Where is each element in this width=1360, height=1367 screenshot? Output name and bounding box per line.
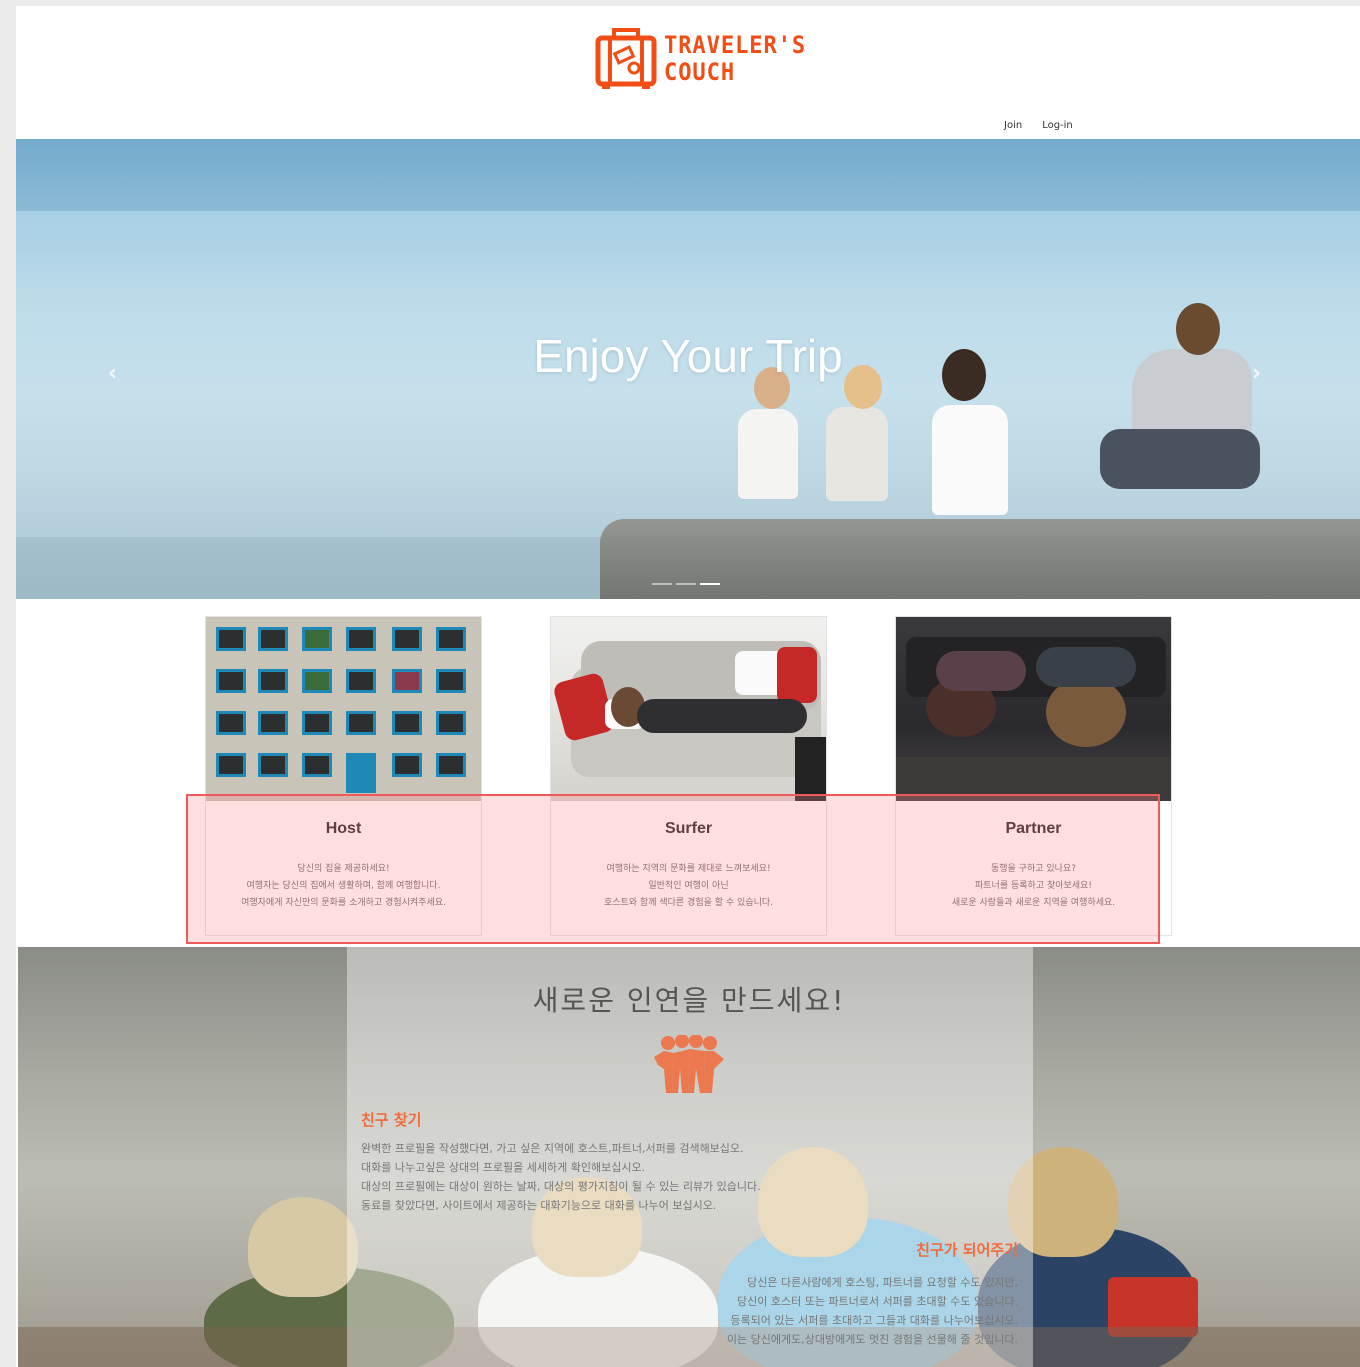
connect-section: 새로운 인연을 만드세요! 친구 찾기 완벽한 프로필을 작성했다면, 가고 싶… bbox=[18, 947, 1360, 1367]
brand-name: TRAVELER'S COUCH bbox=[664, 32, 806, 86]
card-title: Surfer bbox=[664, 820, 713, 837]
card-description: 동행을 구하고 있나요? 파트너를 등록하고 찾아보세요! 새로운 사람들과 새… bbox=[951, 864, 1116, 908]
carousel-indicator-1[interactable] bbox=[652, 583, 672, 585]
partner-card-body: Partner 동행을 구하고 있나요? 파트너를 등록하고 찾아보세요! 새로… bbox=[896, 801, 1171, 935]
find-friends-title: 친구 찾기 bbox=[361, 1111, 422, 1129]
people-group-icon bbox=[654, 1035, 724, 1093]
hero-carousel: Enjoy Your Trip ‹ › bbox=[16, 139, 1360, 599]
chevron-right-icon: › bbox=[1252, 361, 1262, 386]
page: TRAVELER'S COUCH Join Log-in Enjoy Your … bbox=[16, 6, 1360, 1367]
hero-rocks bbox=[600, 519, 1360, 599]
carousel-indicator-3[interactable] bbox=[700, 583, 720, 585]
be-friend-text: 당신은 다른사람에게 호스팅, 파트너를 요청할 수도 있지만, 당신이 호스터… bbox=[726, 1276, 1018, 1346]
card-title: Partner bbox=[1005, 820, 1062, 837]
find-friends-text: 완벽한 프로필을 작성했다면, 가고 싶은 지역에 호스트,파트너,서퍼를 검색… bbox=[361, 1142, 761, 1212]
host-image bbox=[206, 617, 481, 801]
be-friend-title: 친구가 되어주기 bbox=[916, 1241, 1018, 1259]
carousel-indicator-2[interactable] bbox=[676, 583, 696, 585]
card-description: 여행하는 지역의 문화를 제대로 느껴보세요! 일반적인 여행이 아닌 호스트와… bbox=[603, 864, 774, 908]
carousel-indicators bbox=[652, 583, 720, 585]
suitcase-icon bbox=[595, 28, 657, 89]
brand-line2: COUCH bbox=[664, 58, 736, 86]
card-host[interactable]: Host 당신의 집을 제공하세요! 여행자는 당신의 집에서 생활하며, 함께… bbox=[205, 616, 482, 936]
hero-title: Enjoy Your Trip bbox=[533, 330, 843, 382]
connect-heading: 새로운 인연을 만드세요! bbox=[532, 984, 846, 1017]
carousel-next-button[interactable]: › bbox=[1252, 361, 1261, 386]
surfer-image bbox=[551, 617, 826, 801]
card-title: Host bbox=[325, 820, 362, 837]
card-surfer[interactable]: Surfer 여행하는 지역의 문화를 제대로 느껴보세요! 일반적인 여행이 … bbox=[550, 616, 827, 936]
join-link[interactable]: Join bbox=[1004, 120, 1022, 131]
top-nav: Join Log-in bbox=[1004, 120, 1073, 131]
chevron-left-icon: ‹ bbox=[108, 361, 118, 386]
header: TRAVELER'S COUCH Join Log-in bbox=[16, 6, 1360, 139]
partner-image bbox=[896, 617, 1171, 801]
carousel-prev-button[interactable]: ‹ bbox=[108, 361, 117, 386]
card-partner[interactable]: Partner 동행을 구하고 있나요? 파트너를 등록하고 찾아보세요! 새로… bbox=[895, 616, 1172, 936]
surfer-card-body: Surfer 여행하는 지역의 문화를 제대로 느껴보세요! 일반적인 여행이 … bbox=[551, 801, 826, 935]
feature-cards: Host 당신의 집을 제공하세요! 여행자는 당신의 집에서 생활하며, 함께… bbox=[16, 616, 1360, 952]
login-link[interactable]: Log-in bbox=[1042, 120, 1073, 131]
brand-logo[interactable]: TRAVELER'S COUCH bbox=[594, 28, 805, 98]
brand-line1: TRAVELER'S bbox=[664, 31, 807, 59]
host-card-body: Host 당신의 집을 제공하세요! 여행자는 당신의 집에서 생활하며, 함께… bbox=[206, 801, 481, 935]
card-description: 당신의 집을 제공하세요! 여행자는 당신의 집에서 생활하며, 함께 여행합니… bbox=[241, 864, 446, 908]
hero-sky-band bbox=[16, 139, 1360, 211]
